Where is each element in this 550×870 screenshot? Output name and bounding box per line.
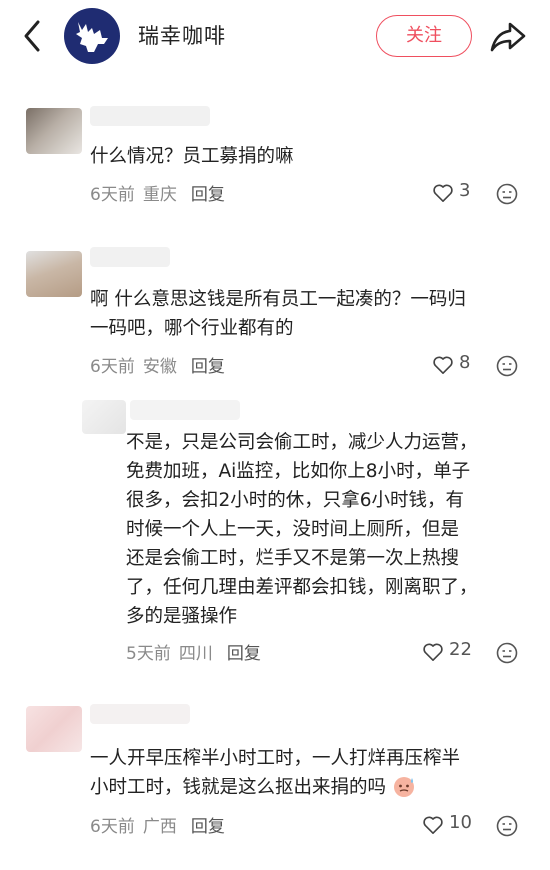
like-button[interactable]: 8 — [432, 352, 482, 378]
comment-text-line: 不是，只是公司会偷工时，减少人力运营， — [126, 432, 478, 453]
comment-text-line: 一码吧，哪个行业都有的 — [90, 318, 294, 339]
comment-meta: 6天前 安徽 回复 — [90, 352, 225, 377]
comment-text-line: 多的是骚操作 — [126, 606, 238, 627]
comment-meta: 5天前 四川 回复 — [126, 639, 261, 664]
heart-icon — [423, 816, 443, 834]
heart-icon — [423, 643, 443, 661]
sweat-emoji-icon — [393, 777, 414, 797]
comment-meta: 6天前 广西 回复 — [90, 812, 225, 837]
emoji-face-icon[interactable] — [496, 815, 518, 837]
blurred-username[interactable] — [90, 106, 210, 126]
emoji-face-icon[interactable] — [496, 183, 518, 205]
like-count: 8 — [459, 352, 471, 373]
comment-text-line: 还是会偷工时，烂手又不是第一次上热搜 — [126, 548, 460, 569]
user-avatar[interactable] — [26, 706, 82, 752]
comment-text-line: 小时工时，钱就是这么抠出来捐的吗 — [90, 773, 416, 802]
comment-location: 四川 — [178, 644, 213, 664]
top-bar: 瑞幸咖啡 关注 — [0, 0, 550, 76]
comment-text-line: 一人开早压榨半小时工时，一人打烊再压榨半 — [90, 748, 461, 769]
comment-meta: 6天前 重庆 回复 — [90, 180, 225, 205]
comment-item: 啊 什么意思这钱是所有员工一起凑的？一码归 一码吧，哪个行业都有的 6天前 安徽回… — [0, 245, 550, 385]
comment-time: 5天前 — [126, 644, 171, 664]
comment-location: 重庆 — [142, 185, 177, 205]
comment-text-line: 很多，会扣2小时的休，只拿6小时钱，有 — [126, 490, 465, 511]
reply-button[interactable]: 回复 — [191, 357, 225, 377]
like-button[interactable]: 10 — [422, 812, 472, 838]
reply-button[interactable]: 回复 — [227, 644, 261, 664]
like-button[interactable]: 22 — [422, 639, 472, 665]
emoji-face-icon[interactable] — [496, 642, 518, 664]
comment-item: 什么情况？员工募捐的嘛 6天前 重庆 回复 3 — [0, 100, 550, 220]
share-icon[interactable] — [488, 18, 528, 54]
heart-icon — [433, 184, 453, 202]
blurred-username[interactable] — [130, 400, 240, 420]
reply-button[interactable]: 回复 — [191, 185, 225, 205]
emoji-face-icon[interactable] — [496, 355, 518, 377]
comment-text-line: 免费加班，Ai监控，比如你上8小时，单子 — [126, 461, 471, 482]
back-arrow-icon[interactable] — [18, 18, 48, 54]
comment-text: 什么情况？员工募捐的嘛 — [90, 146, 294, 167]
deer-logo-icon — [76, 22, 108, 52]
like-count: 3 — [459, 180, 471, 201]
like-button[interactable]: 3 — [432, 180, 482, 206]
like-count: 22 — [449, 639, 472, 660]
comment-time: 6天前 — [90, 357, 135, 377]
user-avatar[interactable] — [26, 108, 82, 154]
comment-text-line: 时候一个人上一天，没时间上厕所，但是 — [126, 519, 460, 540]
blurred-username[interactable] — [90, 247, 170, 267]
comment-location: 安徽 — [142, 357, 177, 377]
reply-comment-item: 不是，只是公司会偷工时，减少人力运营， 免费加班，Ai监控，比如你上8小时，单子… — [0, 398, 550, 673]
follow-button[interactable]: 关注 — [376, 15, 472, 57]
user-avatar[interactable] — [82, 400, 126, 434]
blurred-username[interactable] — [90, 704, 190, 724]
reply-button[interactable]: 回复 — [191, 817, 225, 837]
heart-icon — [433, 356, 453, 374]
comment-location: 广西 — [142, 817, 177, 837]
comment-text-line: 啊 什么意思这钱是所有员工一起凑的？一码归 — [90, 289, 466, 310]
brand-name[interactable]: 瑞幸咖啡 — [138, 20, 226, 50]
comment-text-span: 小时工时，钱就是这么抠出来捐的吗 — [90, 777, 387, 798]
comment-text-line: 了，任何几理由差评都会扣钱，刚离职了， — [126, 577, 478, 598]
comment-time: 6天前 — [90, 185, 135, 205]
comment-item: 一人开早压榨半小时工时，一人打烊再压榨半 小时工时，钱就是这么抠出来捐的吗 6天… — [0, 700, 550, 850]
brand-logo-avatar[interactable] — [64, 8, 120, 64]
like-count: 10 — [449, 812, 472, 833]
comment-time: 6天前 — [90, 817, 135, 837]
user-avatar[interactable] — [26, 251, 82, 297]
